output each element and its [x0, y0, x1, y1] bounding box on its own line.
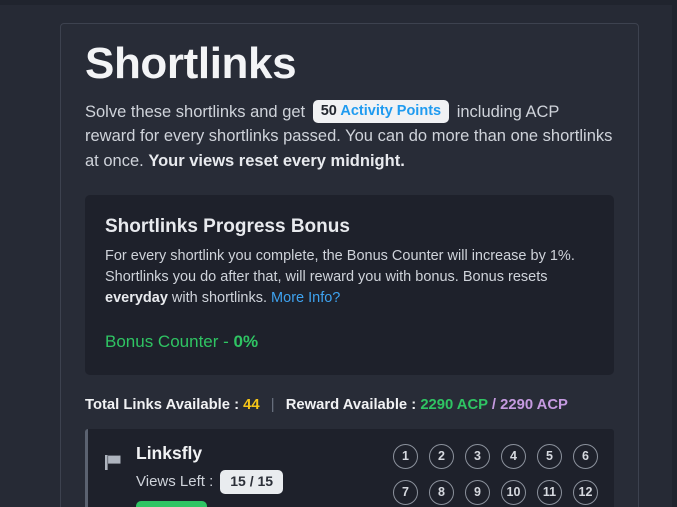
reward-divider: /: [491, 397, 497, 414]
bonus-panel-description: For every shortlink you complete, the Bo…: [105, 246, 594, 309]
more-info-link[interactable]: More Info?: [271, 290, 340, 306]
shortlink-step-12[interactable]: 12: [573, 480, 598, 506]
activity-points-value: 50: [320, 102, 337, 119]
intro-reset-suffix: .: [400, 151, 405, 170]
views-left-label: Views Left :: [136, 473, 214, 491]
bonus-desc-line1: For every shortlink you complete, the Bo…: [105, 248, 575, 265]
total-links-label: Total Links Available :: [85, 397, 240, 414]
stats-separator: |: [270, 397, 275, 414]
shortlink-step-10[interactable]: 10: [501, 480, 526, 506]
shortlink-info: Linksfly Views Left : 15 / 15 50 ACP: [136, 442, 324, 507]
shortlink-name: Linksfly: [136, 443, 203, 464]
shortlinks-panel: Shortlinks Solve these shortlinks and ge…: [60, 23, 639, 507]
progress-bonus-panel: Shortlinks Progress Bonus For every shor…: [85, 195, 614, 376]
views-left-row: Views Left : 15 / 15: [136, 470, 324, 495]
shortlink-step-grid: 123456789101112131415: [374, 442, 598, 507]
intro-paragraph: Solve these shortlinks and get 50 Activi…: [85, 99, 614, 174]
total-links-value: 44: [243, 397, 260, 414]
activity-points-label: Activity Points: [340, 102, 442, 119]
shortlink-step-9[interactable]: 9: [465, 480, 490, 506]
flag-icon: [102, 451, 124, 473]
intro-reset-time: midnight: [330, 151, 401, 170]
views-left-badge: 15 / 15: [220, 470, 284, 495]
shortlink-step-3[interactable]: 3: [465, 444, 490, 470]
bonus-desc-line3: with shortlinks.: [171, 290, 268, 307]
shortlink-step-6[interactable]: 6: [573, 444, 598, 470]
intro-lead: Solve these shortlinks and get: [85, 102, 306, 121]
shortlink-step-2[interactable]: 2: [429, 444, 454, 470]
shortlink-step-1[interactable]: 1: [393, 444, 418, 470]
reward-available-label: Reward Available :: [285, 397, 417, 414]
bonus-counter-label: Bonus Counter -: [105, 332, 229, 352]
stats-row: Total Links Available : 44 | Reward Avai…: [85, 395, 614, 415]
bonus-desc-everyday: everyday: [105, 290, 168, 307]
page-title: Shortlinks: [85, 39, 297, 88]
page-top-strip: [0, 0, 677, 5]
shortlink-step-7[interactable]: 7: [393, 480, 418, 506]
shortlink-step-11[interactable]: 11: [537, 480, 562, 506]
page-scrollbar[interactable]: [672, 0, 677, 507]
shortlink-step-8[interactable]: 8: [429, 480, 454, 506]
activity-points-badge: 50 Activity Points: [312, 99, 450, 123]
shortlink-step-4[interactable]: 4: [501, 444, 526, 470]
acp-reward-badge: 50 ACP: [136, 501, 207, 507]
bonus-panel-title: Shortlinks Progress Bonus: [105, 216, 350, 238]
bonus-counter: Bonus Counter - 0%: [105, 331, 594, 353]
page-root: Shortlinks Solve these shortlinks and ge…: [0, 0, 677, 507]
bonus-desc-line2: Shortlinks you do after that, will rewar…: [105, 269, 548, 286]
intro-reset-prefix: Your views reset every: [148, 151, 326, 170]
reward-earned-value: 2290 ACP: [420, 397, 488, 414]
bonus-counter-value: 0%: [233, 332, 259, 352]
shortlink-card[interactable]: Linksfly Views Left : 15 / 15 50 ACP 123…: [85, 429, 614, 507]
reward-total-value: 2290 ACP: [500, 397, 568, 414]
shortlink-step-5[interactable]: 5: [537, 444, 562, 470]
